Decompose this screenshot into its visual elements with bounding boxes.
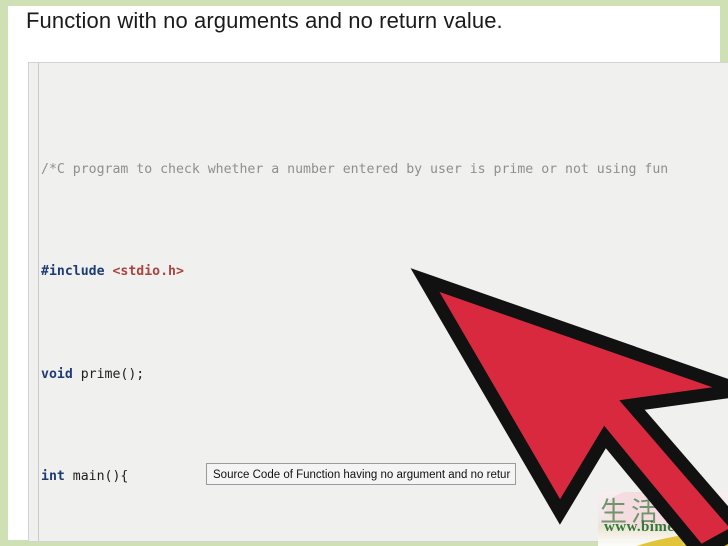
- code-line: void prime();: [41, 362, 728, 388]
- code-token-plain: main(){: [64, 468, 129, 484]
- code-token-preprocessor: #include: [41, 264, 113, 280]
- watermark: 生活百科 www.bimeiz.com how: [598, 492, 728, 546]
- code-token-header: <stdio.h>: [112, 264, 184, 280]
- code-line: #include <stdio.h>: [41, 259, 728, 285]
- code-token-keyword: int: [41, 468, 65, 484]
- tooltip: Source Code of Function having no argume…: [206, 463, 517, 485]
- code-token-comment: /*C program to check whether a number en…: [41, 161, 669, 177]
- page-title: Function with no arguments and no return…: [26, 8, 503, 33]
- code-line: /*C program to check whether a number en…: [41, 157, 728, 183]
- code-token-plain: prime();: [72, 366, 145, 382]
- code-gutter: [29, 63, 39, 541]
- watermark-suffix: how: [682, 533, 705, 546]
- screenshot-root: Function with no arguments and no return…: [0, 0, 728, 546]
- code-token-keyword: void: [41, 366, 73, 382]
